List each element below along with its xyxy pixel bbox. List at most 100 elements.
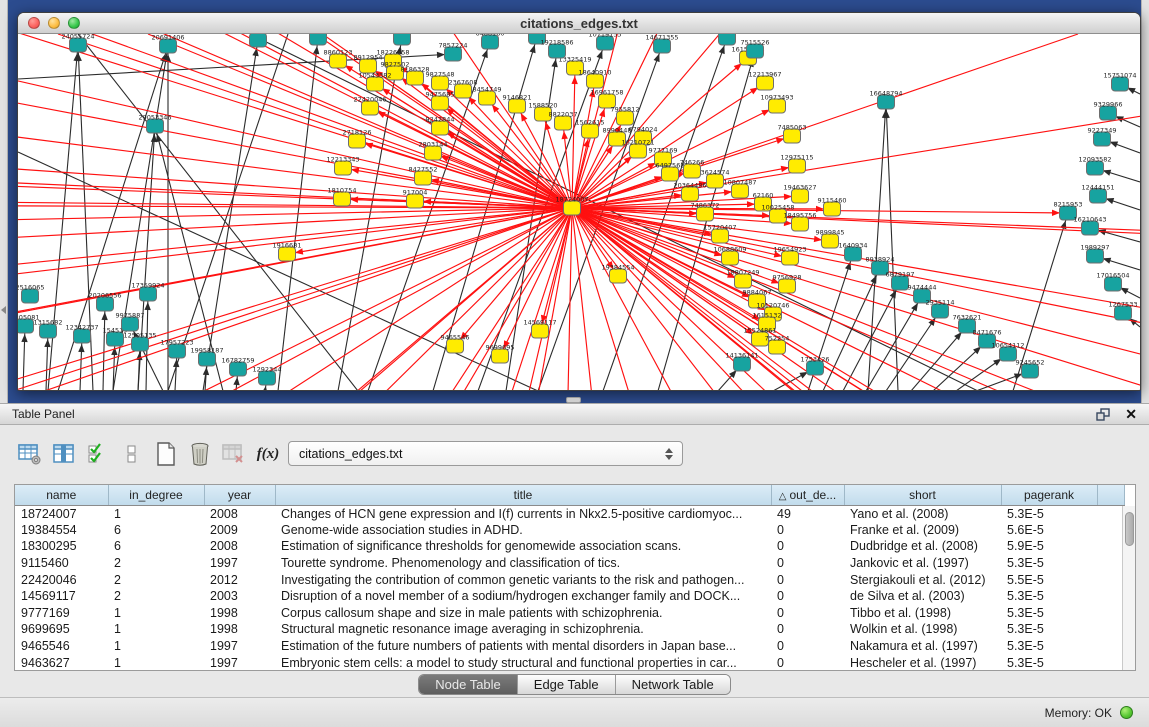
column-header-out_de[interactable]: △out_de... [771,485,844,505]
function-builder-button[interactable]: f(x) [254,440,282,468]
graph-node[interactable]: 17016504 [1096,272,1129,292]
cell-pr[interactable]: 5.3E-5 [1001,555,1097,572]
column-header-year[interactable]: year [204,485,275,505]
graph-node[interactable]: 14671355 [645,34,678,53]
window-titlebar[interactable]: citations_edges.txt [18,13,1140,34]
cell-name[interactable]: 9465546 [15,638,108,655]
cell-title[interactable]: Estimation of significance thresholds fo… [275,538,771,555]
table-row[interactable]: 946554611997Estimation of the future num… [15,638,1124,655]
graph-node[interactable]: 1292344 [253,366,282,386]
table-row[interactable]: 1872400712008Changes of HCN gene express… [15,505,1124,522]
cell-short[interactable]: Nakamura et al. (1997) [844,638,1001,655]
graph-node-selected[interactable]: 19463627 [783,184,816,204]
cell-name[interactable]: 19384554 [15,522,108,539]
table-row[interactable]: 2242004622012Investigating the contribut… [15,571,1124,588]
graph-node-selected[interactable]: 8454749 [473,86,502,106]
cell-year[interactable]: 1997 [204,654,275,671]
graph-node[interactable]: 17957223 [160,339,193,359]
table-scrollbar[interactable] [1122,506,1135,671]
float-panel-icon[interactable] [1096,408,1111,421]
graph-node-selected[interactable]: 9146821 [503,94,532,114]
graph-node[interactable]: 19958187 [190,347,223,367]
cell-name[interactable]: 18300295 [15,538,108,555]
cell-indeg[interactable]: 1 [108,605,204,622]
graph-node[interactable]: 20206556 [88,292,121,312]
cell-out[interactable]: 0 [771,538,844,555]
cell-indeg[interactable]: 1 [108,621,204,638]
cell-pr[interactable]: 5.3E-5 [1001,505,1097,522]
graph-node[interactable]: 17359924 [131,282,164,302]
cell-pr[interactable]: 5.3E-5 [1001,605,1097,622]
graph-node[interactable]: 1753426 [801,356,830,376]
graph-node-selected[interactable]: 8860123 [324,49,353,69]
cell-short[interactable]: Hescheler et al. (1997) [844,654,1001,671]
graph-node[interactable]: 2087662 [713,34,742,45]
graph-node[interactable]: 1527602 [304,34,333,45]
cell-year[interactable]: 2012 [204,571,275,588]
table-settings-button[interactable] [16,440,44,468]
cell-year[interactable]: 2009 [204,522,275,539]
cell-title[interactable]: Corpus callosum shape and size in male p… [275,605,771,622]
graph-node[interactable]: 12505135 [123,332,156,352]
graph-node-selected[interactable]: 10543382 [358,72,391,92]
column-header-short[interactable]: short [844,485,1001,505]
network-graph[interactable]: 1810754122133432718126224200468860123891… [18,34,1140,391]
cell-year[interactable]: 2008 [204,538,275,555]
cell-pr[interactable]: 5.5E-5 [1001,571,1097,588]
table-row[interactable]: 977716911998Corpus callosum shape and si… [15,605,1124,622]
table-row[interactable]: 946362711997Embryonic stem cells: a mode… [15,654,1124,671]
cell-short[interactable]: Tibbo et al. (1998) [844,605,1001,622]
cell-name[interactable]: 18724007 [15,505,108,522]
table-row[interactable]: 911546021997Tourette syndrome. Phenomeno… [15,555,1124,572]
graph-node-selected[interactable]: 19384554 [601,264,634,284]
graph-node-selected[interactable]: 752254 [765,335,790,355]
graph-node[interactable]: 14136141 [725,352,758,372]
cell-indeg[interactable]: 2 [108,571,204,588]
cell-short[interactable]: Jankovic et al. (1997) [844,555,1001,572]
cell-pr[interactable]: 5.3E-5 [1001,654,1097,671]
cell-pr[interactable]: 5.3E-5 [1001,638,1097,655]
cell-short[interactable]: Stergiakouli et al. (2012) [844,571,1001,588]
cell-pr[interactable]: 5.3E-5 [1001,588,1097,605]
graph-node-selected[interactable]: 917004 [403,189,428,209]
graph-node[interactable]: 16782759 [221,357,254,377]
cell-name[interactable]: 9699695 [15,621,108,638]
graph-node[interactable]: 2516065 [18,284,44,304]
close-panel-icon[interactable]: ✕ [1125,407,1137,421]
cell-indeg[interactable]: 1 [108,638,204,655]
cell-indeg[interactable]: 1 [108,654,204,671]
table-row[interactable]: 1830029562008Estimation of significance … [15,538,1124,555]
cell-title[interactable]: Structural magnetic resonance image aver… [275,621,771,638]
memory-status-led[interactable] [1120,706,1133,719]
cell-year[interactable]: 2008 [204,505,275,522]
cell-title[interactable]: Embryonic stem cells: a model to study s… [275,654,771,671]
graph-node-selected[interactable]: 10807487 [723,179,756,199]
cell-name[interactable]: 9463627 [15,654,108,671]
cell-out[interactable]: 0 [771,654,844,671]
cell-year[interactable]: 1997 [204,638,275,655]
cell-title[interactable]: Changes of HCN gene expression and I(f) … [275,505,771,522]
graph-node-selected[interactable]: 9115460 [818,197,847,217]
graph-node-selected[interactable]: 12213967 [748,71,781,91]
graph-node[interactable]: 16033809 [385,34,418,45]
cell-year[interactable]: 1998 [204,605,275,622]
cell-short[interactable]: de Silva et al. (2003) [844,588,1001,605]
graph-node[interactable]: 1315682 [34,319,63,339]
graph-node[interactable]: 20691406 [151,34,184,53]
cell-name[interactable]: 22420046 [15,571,108,588]
cell-indeg[interactable]: 2 [108,588,204,605]
select-all-rows-button[interactable] [84,440,112,468]
cell-name[interactable]: 9115460 [15,555,108,572]
cell-year[interactable]: 2003 [204,588,275,605]
column-header-pagerank[interactable]: pagerank [1001,485,1097,505]
graph-node-selected[interactable]: 1810754 [328,187,357,207]
delete-table-button[interactable] [220,440,248,468]
cell-out[interactable]: 0 [771,522,844,539]
cell-name[interactable]: 9777169 [15,605,108,622]
cell-indeg[interactable]: 6 [108,522,204,539]
table-selector-dropdown[interactable]: citations_edges.txt [288,441,683,466]
cell-pr[interactable]: 5.6E-5 [1001,522,1097,539]
table-scrollbar-thumb[interactable] [1125,512,1134,546]
panel-collapse-arrow[interactable] [1,306,6,314]
cell-out[interactable]: 0 [771,605,844,622]
